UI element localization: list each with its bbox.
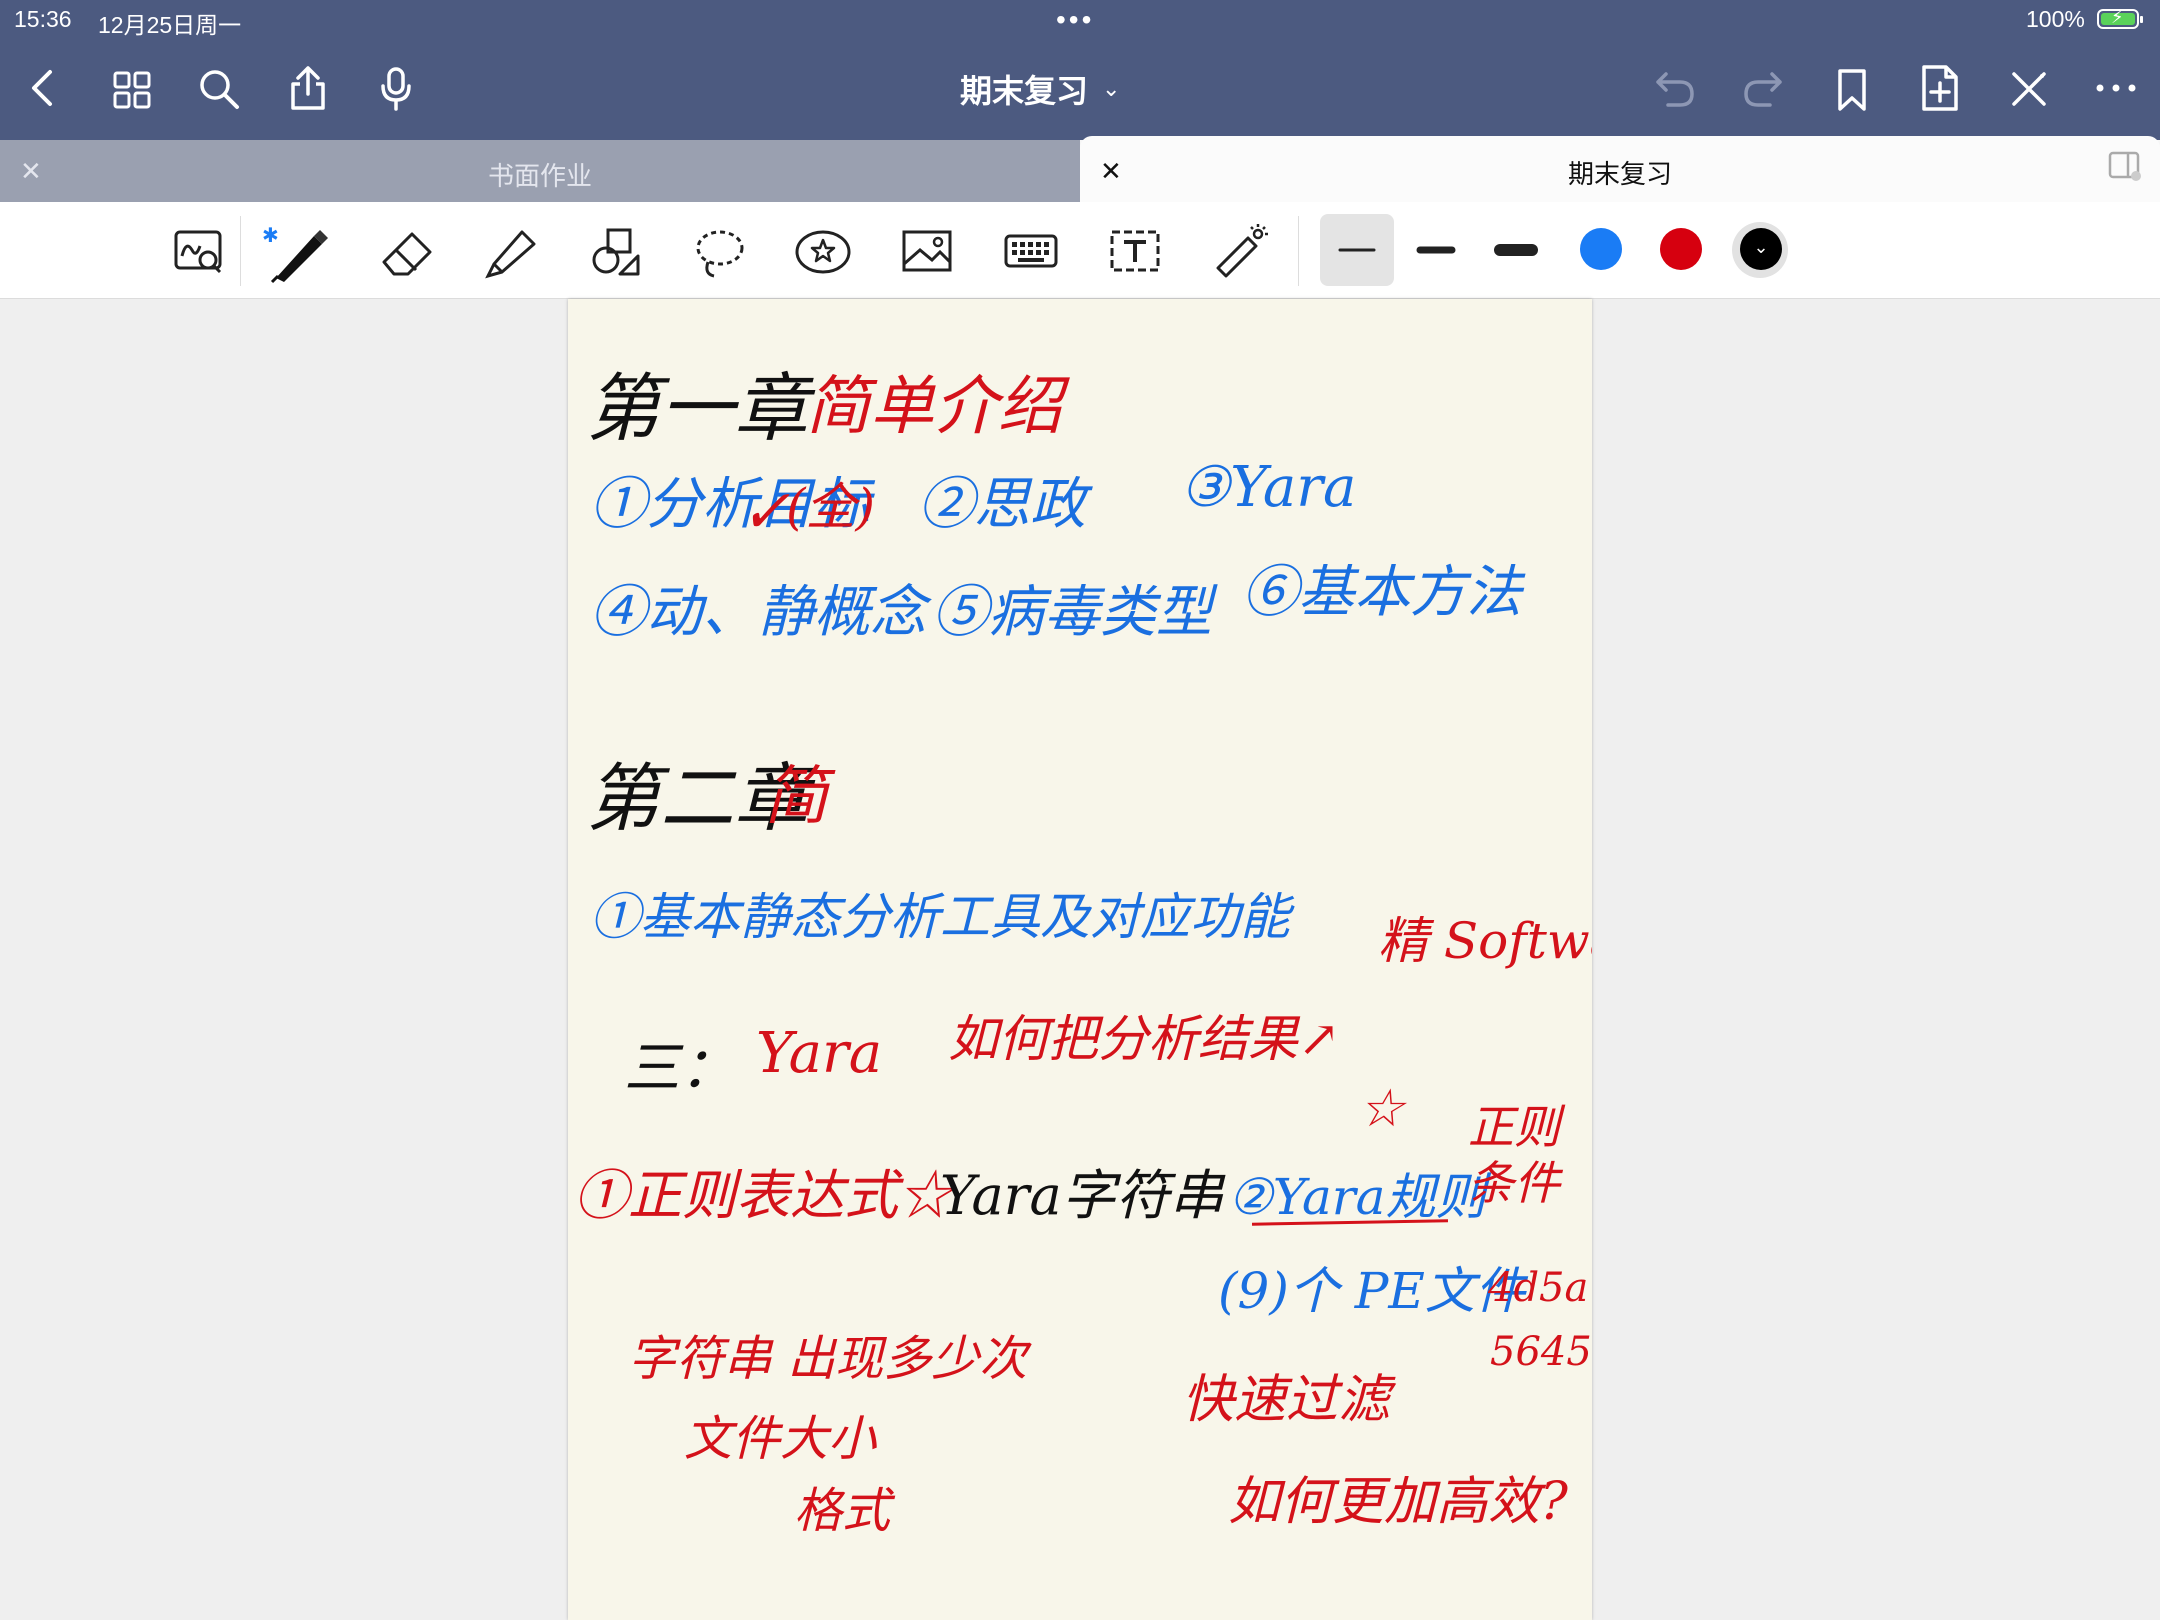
star-mark: ☆	[1358, 1079, 1405, 1139]
chevron-down-icon: ⌄	[1102, 76, 1121, 101]
keyboard-icon[interactable]	[1000, 220, 1062, 282]
redo-icon[interactable]	[1742, 70, 1784, 108]
lasso-icon[interactable]	[688, 220, 750, 282]
ch1-item-2: ②思政	[918, 472, 1086, 537]
sticker-icon[interactable]	[792, 220, 854, 282]
status-time: 15:36	[14, 6, 72, 32]
laser-pointer-icon[interactable]	[1208, 220, 1270, 282]
ch3-regex: ①正则表达式☆	[574, 1164, 952, 1227]
battery-icon: ⚡	[2097, 7, 2143, 29]
search-icon[interactable]	[198, 68, 240, 110]
ch3-question: 如何把分析结果↗	[948, 1010, 1340, 1068]
ch1-subtitle: 简单介绍	[806, 370, 1062, 444]
color-swatch-red[interactable]	[1660, 228, 1702, 270]
ch1-item-3: ③Yara	[1180, 455, 1357, 520]
text-box-icon[interactable]	[1104, 220, 1166, 282]
ch3-hex-2: 5645?	[1490, 1329, 1592, 1375]
microphone-icon[interactable]	[380, 66, 412, 112]
undo-icon[interactable]	[1654, 70, 1696, 108]
ch3-efficiency: 如何更加高效?	[1228, 1472, 1568, 1532]
tab-label: 期末复习	[1567, 159, 1672, 189]
ch3-yara-rule: ②Yara规则	[1228, 1168, 1486, 1226]
ch1-item-5: ⑤病毒类型	[932, 580, 1212, 645]
grid-view-icon[interactable]	[112, 70, 152, 110]
battery-percentage: 100%	[2026, 6, 2085, 32]
ch3-hex-1: 4d5a	[1488, 1265, 1589, 1311]
ch2-item-1: ①基本静态分析工具及对应功能	[590, 888, 1290, 946]
tab-final-review[interactable]: ✕ 期末复习	[1080, 136, 2160, 202]
ch3-file-size: 文件大小	[684, 1411, 877, 1467]
svg-text:✱: ✱	[262, 225, 279, 247]
drawing-toolbar: ✱ ⌄	[0, 202, 2160, 476]
image-icon[interactable]	[896, 220, 958, 282]
ch1-title: 第一章	[586, 366, 808, 452]
shapes-icon[interactable]	[584, 220, 646, 282]
color-swatch-black[interactable]: ⌄	[1740, 228, 1782, 270]
stroke-width-thick[interactable]	[1484, 214, 1548, 286]
ch3-yara-string: Yara字符串	[940, 1164, 1224, 1227]
pen-icon[interactable]: ✱	[262, 220, 328, 284]
ch1-item-1-mark: (全)	[786, 478, 876, 536]
back-icon[interactable]	[28, 68, 56, 108]
stroke-width-medium[interactable]	[1404, 214, 1468, 286]
bookmark-icon[interactable]	[1836, 68, 1868, 112]
color-swatch-blue[interactable]	[1580, 228, 1622, 270]
checkmark-icon: ✓	[740, 477, 791, 547]
ch3-fast-filter: 快速过滤	[1182, 1370, 1391, 1430]
tab-label: 书面作业	[487, 161, 592, 191]
ch3-string-count: 字符串 出现多少次	[628, 1331, 1028, 1387]
status-date: 12月25日周一	[98, 12, 242, 38]
document-title[interactable]: 期末复习 ⌄	[960, 66, 1120, 112]
ch3-pe-files: (9)个 PE文件	[1218, 1262, 1525, 1320]
ch3-subtitle: Yara	[756, 1021, 883, 1086]
ch1-item-4: ④动、静概念	[590, 580, 926, 645]
tab-homework[interactable]: ✕ 书面作业	[0, 140, 1080, 202]
pen-tools-icon[interactable]	[2010, 70, 2048, 108]
sidebar-toggle-icon[interactable]	[2108, 150, 2142, 182]
eraser-icon[interactable]	[376, 220, 438, 282]
ch1-item-6: ⑥基本方法	[1242, 560, 1522, 625]
multitasking-dots-icon[interactable]: •••	[1056, 4, 1094, 36]
more-options-icon[interactable]	[2096, 84, 2136, 92]
note-page[interactable]: 第一章 简单介绍 ①分析目标 (全) ✓ ②思政 ③Yara ④动、静概念 ⑤病…	[568, 299, 1592, 1620]
document-title-text: 期末复习	[960, 73, 1089, 109]
top-bar: 15:36 12月25日周一 ••• 100% ⚡ 期末复习 ⌄	[0, 0, 2160, 140]
add-page-icon[interactable]	[1920, 64, 1960, 112]
tab-bar: ✕ 书面作业 ✕ 期末复习	[0, 136, 2160, 202]
ch2-subtitle: 简	[764, 760, 828, 834]
ch3-condition: 正则 条件	[1468, 1100, 1560, 1210]
canvas-area: 第一章 简单介绍 ①分析目标 (全) ✓ ②思政 ③Yara ④动、静概念 ⑤病…	[0, 299, 2160, 1620]
highlighter-icon[interactable]	[480, 220, 542, 282]
stroke-width-thin[interactable]	[1320, 214, 1394, 286]
ch3-title: 三：	[624, 1036, 736, 1101]
ch2-side-note: 精 Software	[1378, 912, 1592, 970]
share-icon[interactable]	[288, 64, 328, 112]
ch3-format: 格式	[794, 1483, 891, 1539]
zoom-window-icon[interactable]	[168, 220, 230, 282]
